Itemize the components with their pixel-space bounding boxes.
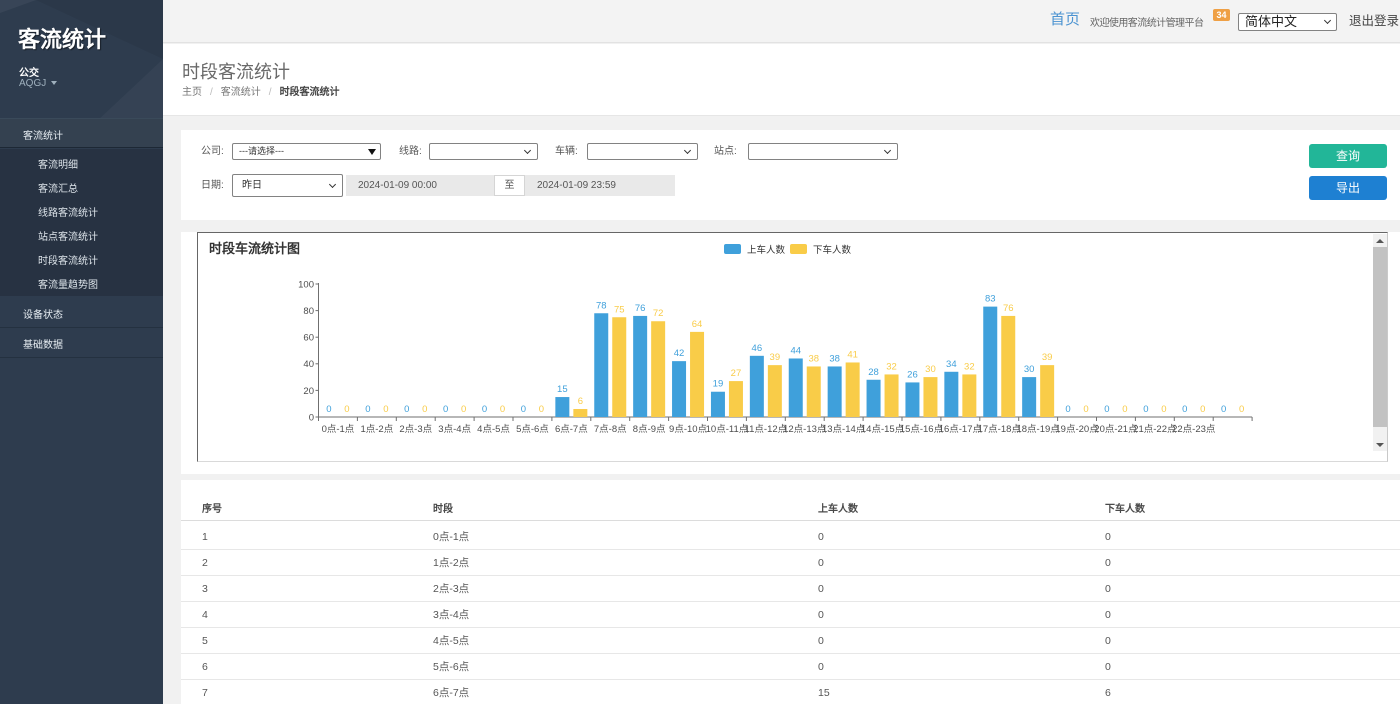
svg-text:2点-3点: 2点-3点 — [399, 424, 432, 435]
svg-text:83: 83 — [985, 294, 996, 305]
svg-text:19点-20点: 19点-20点 — [1055, 424, 1099, 435]
svg-text:76: 76 — [635, 303, 646, 314]
svg-text:0: 0 — [1065, 404, 1070, 415]
svg-text:26: 26 — [907, 369, 918, 380]
svg-text:0: 0 — [1143, 404, 1148, 415]
svg-text:0: 0 — [383, 404, 388, 415]
svg-text:76: 76 — [1003, 303, 1014, 314]
svg-text:28: 28 — [868, 367, 879, 378]
svg-text:0: 0 — [1122, 404, 1127, 415]
svg-text:41: 41 — [847, 349, 858, 360]
svg-text:0: 0 — [1161, 404, 1166, 415]
svg-text:100: 100 — [298, 279, 314, 290]
svg-text:17点-18点: 17点-18点 — [978, 424, 1022, 435]
svg-text:6点-7点: 6点-7点 — [555, 424, 588, 435]
svg-text:0: 0 — [365, 404, 370, 415]
svg-text:9点-10点: 9点-10点 — [669, 424, 708, 435]
svg-text:64: 64 — [692, 319, 703, 330]
svg-text:0: 0 — [309, 412, 314, 423]
svg-text:22点-23点: 22点-23点 — [1172, 424, 1216, 435]
svg-text:39: 39 — [1042, 352, 1053, 363]
svg-text:0: 0 — [500, 404, 505, 415]
svg-text:34: 34 — [946, 359, 957, 370]
svg-text:19: 19 — [713, 379, 724, 390]
svg-text:0: 0 — [404, 404, 409, 415]
svg-text:0: 0 — [344, 404, 349, 415]
svg-text:0: 0 — [1083, 404, 1088, 415]
svg-text:75: 75 — [614, 304, 625, 315]
svg-text:72: 72 — [653, 308, 664, 319]
svg-text:13点-14点: 13点-14点 — [822, 424, 866, 435]
svg-text:0: 0 — [539, 404, 544, 415]
svg-text:0点-1点: 0点-1点 — [322, 424, 355, 435]
svg-text:78: 78 — [596, 300, 607, 311]
svg-text:38: 38 — [829, 353, 840, 364]
svg-text:32: 32 — [886, 361, 897, 372]
svg-text:0: 0 — [1239, 404, 1244, 415]
svg-text:0: 0 — [1182, 404, 1187, 415]
svg-text:30: 30 — [925, 364, 936, 375]
svg-text:15点-16点: 15点-16点 — [900, 424, 944, 435]
svg-text:15: 15 — [557, 384, 568, 395]
svg-text:40: 40 — [303, 359, 314, 370]
svg-text:60: 60 — [303, 333, 314, 344]
svg-text:46: 46 — [752, 343, 763, 354]
svg-text:0: 0 — [461, 404, 466, 415]
svg-text:18点-19点: 18点-19点 — [1016, 424, 1060, 435]
svg-text:16点-17点: 16点-17点 — [939, 424, 983, 435]
svg-text:10点-11点: 10点-11点 — [706, 424, 749, 435]
svg-text:4点-5点: 4点-5点 — [477, 424, 510, 435]
svg-text:0: 0 — [1200, 404, 1205, 415]
svg-text:39: 39 — [770, 352, 781, 363]
svg-text:20点-21点: 20点-21点 — [1094, 424, 1138, 435]
svg-text:5点-6点: 5点-6点 — [516, 424, 549, 435]
svg-text:44: 44 — [790, 345, 801, 356]
svg-text:0: 0 — [1104, 404, 1109, 415]
svg-text:0: 0 — [1221, 404, 1226, 415]
svg-text:20: 20 — [303, 386, 314, 397]
svg-text:0: 0 — [482, 404, 487, 415]
svg-text:27: 27 — [731, 368, 742, 379]
svg-text:0: 0 — [521, 404, 526, 415]
svg-text:32: 32 — [964, 361, 975, 372]
svg-text:38: 38 — [808, 353, 819, 364]
svg-text:3点-4点: 3点-4点 — [438, 424, 471, 435]
svg-text:0: 0 — [422, 404, 427, 415]
svg-text:0: 0 — [326, 404, 331, 415]
svg-text:30: 30 — [1024, 364, 1035, 375]
svg-text:11点-12点: 11点-12点 — [745, 424, 788, 435]
svg-text:12点-13点: 12点-13点 — [783, 424, 827, 435]
svg-text:0: 0 — [443, 404, 448, 415]
svg-text:80: 80 — [303, 306, 314, 317]
svg-text:8点-9点: 8点-9点 — [633, 424, 666, 435]
svg-text:21点-22点: 21点-22点 — [1133, 424, 1177, 435]
svg-text:14点-15点: 14点-15点 — [861, 424, 905, 435]
svg-text:1点-2点: 1点-2点 — [360, 424, 393, 435]
svg-text:6: 6 — [578, 396, 583, 407]
svg-text:42: 42 — [674, 348, 685, 359]
svg-text:7点-8点: 7点-8点 — [594, 424, 627, 435]
